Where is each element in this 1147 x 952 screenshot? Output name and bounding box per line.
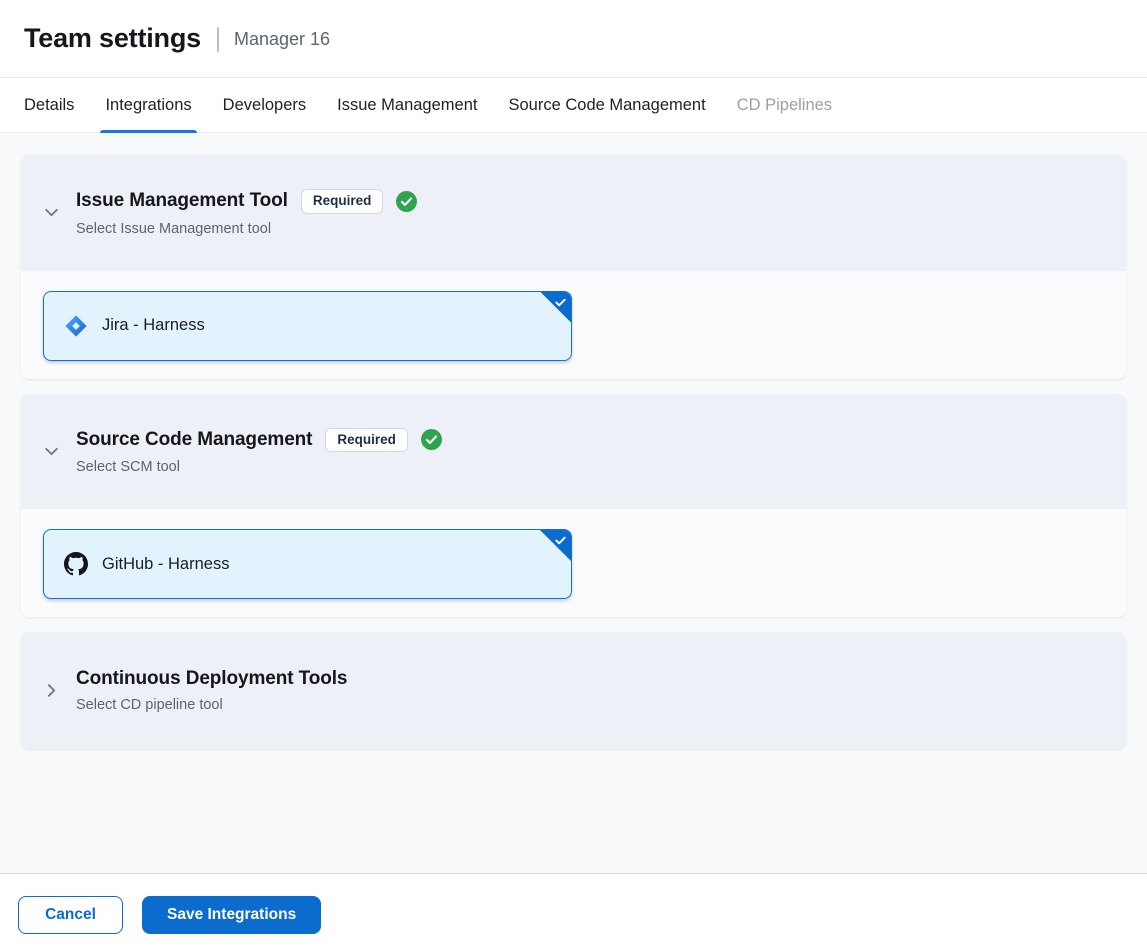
page-header: Team settings Manager 16: [0, 0, 1147, 78]
tab-integrations[interactable]: Integrations: [105, 78, 191, 132]
chevron-right-icon: [43, 682, 60, 699]
selected-check-corner-icon: [540, 530, 571, 561]
tool-card-jira-harness[interactable]: Jira - Harness: [43, 291, 572, 361]
required-badge: Required: [325, 428, 408, 453]
tab-cd-pipelines: CD Pipelines: [737, 78, 832, 132]
section-title: Source Code Management: [76, 429, 312, 451]
tool-card-github-harness[interactable]: GitHub - Harness: [43, 529, 572, 599]
tab-developers[interactable]: Developers: [223, 78, 306, 132]
section-cd-header[interactable]: Continuous Deployment Tools Select CD pi…: [21, 632, 1126, 749]
check-circle-green-icon: [421, 429, 442, 450]
section-issue-management-header[interactable]: Issue Management Tool Required Select Is…: [21, 155, 1126, 271]
footer-action-bar: Cancel Save Integrations: [0, 874, 1147, 952]
section-issue-management-body: Jira - Harness: [21, 271, 1126, 379]
cancel-button[interactable]: Cancel: [18, 896, 123, 934]
tab-source-code-management[interactable]: Source Code Management: [508, 78, 705, 132]
selected-check-corner-icon: [540, 292, 571, 323]
chevron-down-icon: [43, 204, 60, 221]
page-title: Team settings: [24, 23, 201, 54]
section-continuous-deployment-tools: Continuous Deployment Tools Select CD pi…: [21, 632, 1126, 749]
github-logo-icon: [64, 552, 88, 576]
section-subtitle: Select Issue Management tool: [76, 221, 417, 237]
chevron-down-icon: [43, 443, 60, 460]
check-circle-green-icon: [396, 191, 417, 212]
title-divider: [217, 27, 219, 52]
section-source-code-management: Source Code Management Required Select S…: [21, 394, 1126, 618]
jira-logo-icon: [64, 314, 88, 338]
section-subtitle: Select SCM tool: [76, 459, 442, 475]
section-scm-header[interactable]: Source Code Management Required Select S…: [21, 394, 1126, 510]
team-settings-page: Team settings Manager 16 Details Integra…: [0, 0, 1147, 952]
required-badge: Required: [301, 189, 384, 214]
section-issue-management-tool: Issue Management Tool Required Select Is…: [21, 155, 1126, 379]
save-integrations-button[interactable]: Save Integrations: [142, 896, 321, 934]
tool-card-label: GitHub - Harness: [102, 555, 229, 574]
tab-issue-management[interactable]: Issue Management: [337, 78, 477, 132]
section-title: Issue Management Tool: [76, 190, 288, 212]
section-title: Continuous Deployment Tools: [76, 668, 347, 690]
section-scm-body: GitHub - Harness: [21, 509, 1126, 617]
section-subtitle: Select CD pipeline tool: [76, 697, 347, 713]
tab-bar: Details Integrations Developers Issue Ma…: [0, 78, 1147, 133]
integrations-content: Issue Management Tool Required Select Is…: [0, 133, 1147, 874]
page-context-label: Manager 16: [234, 29, 330, 50]
tool-card-label: Jira - Harness: [102, 316, 205, 335]
tab-details[interactable]: Details: [24, 78, 74, 132]
